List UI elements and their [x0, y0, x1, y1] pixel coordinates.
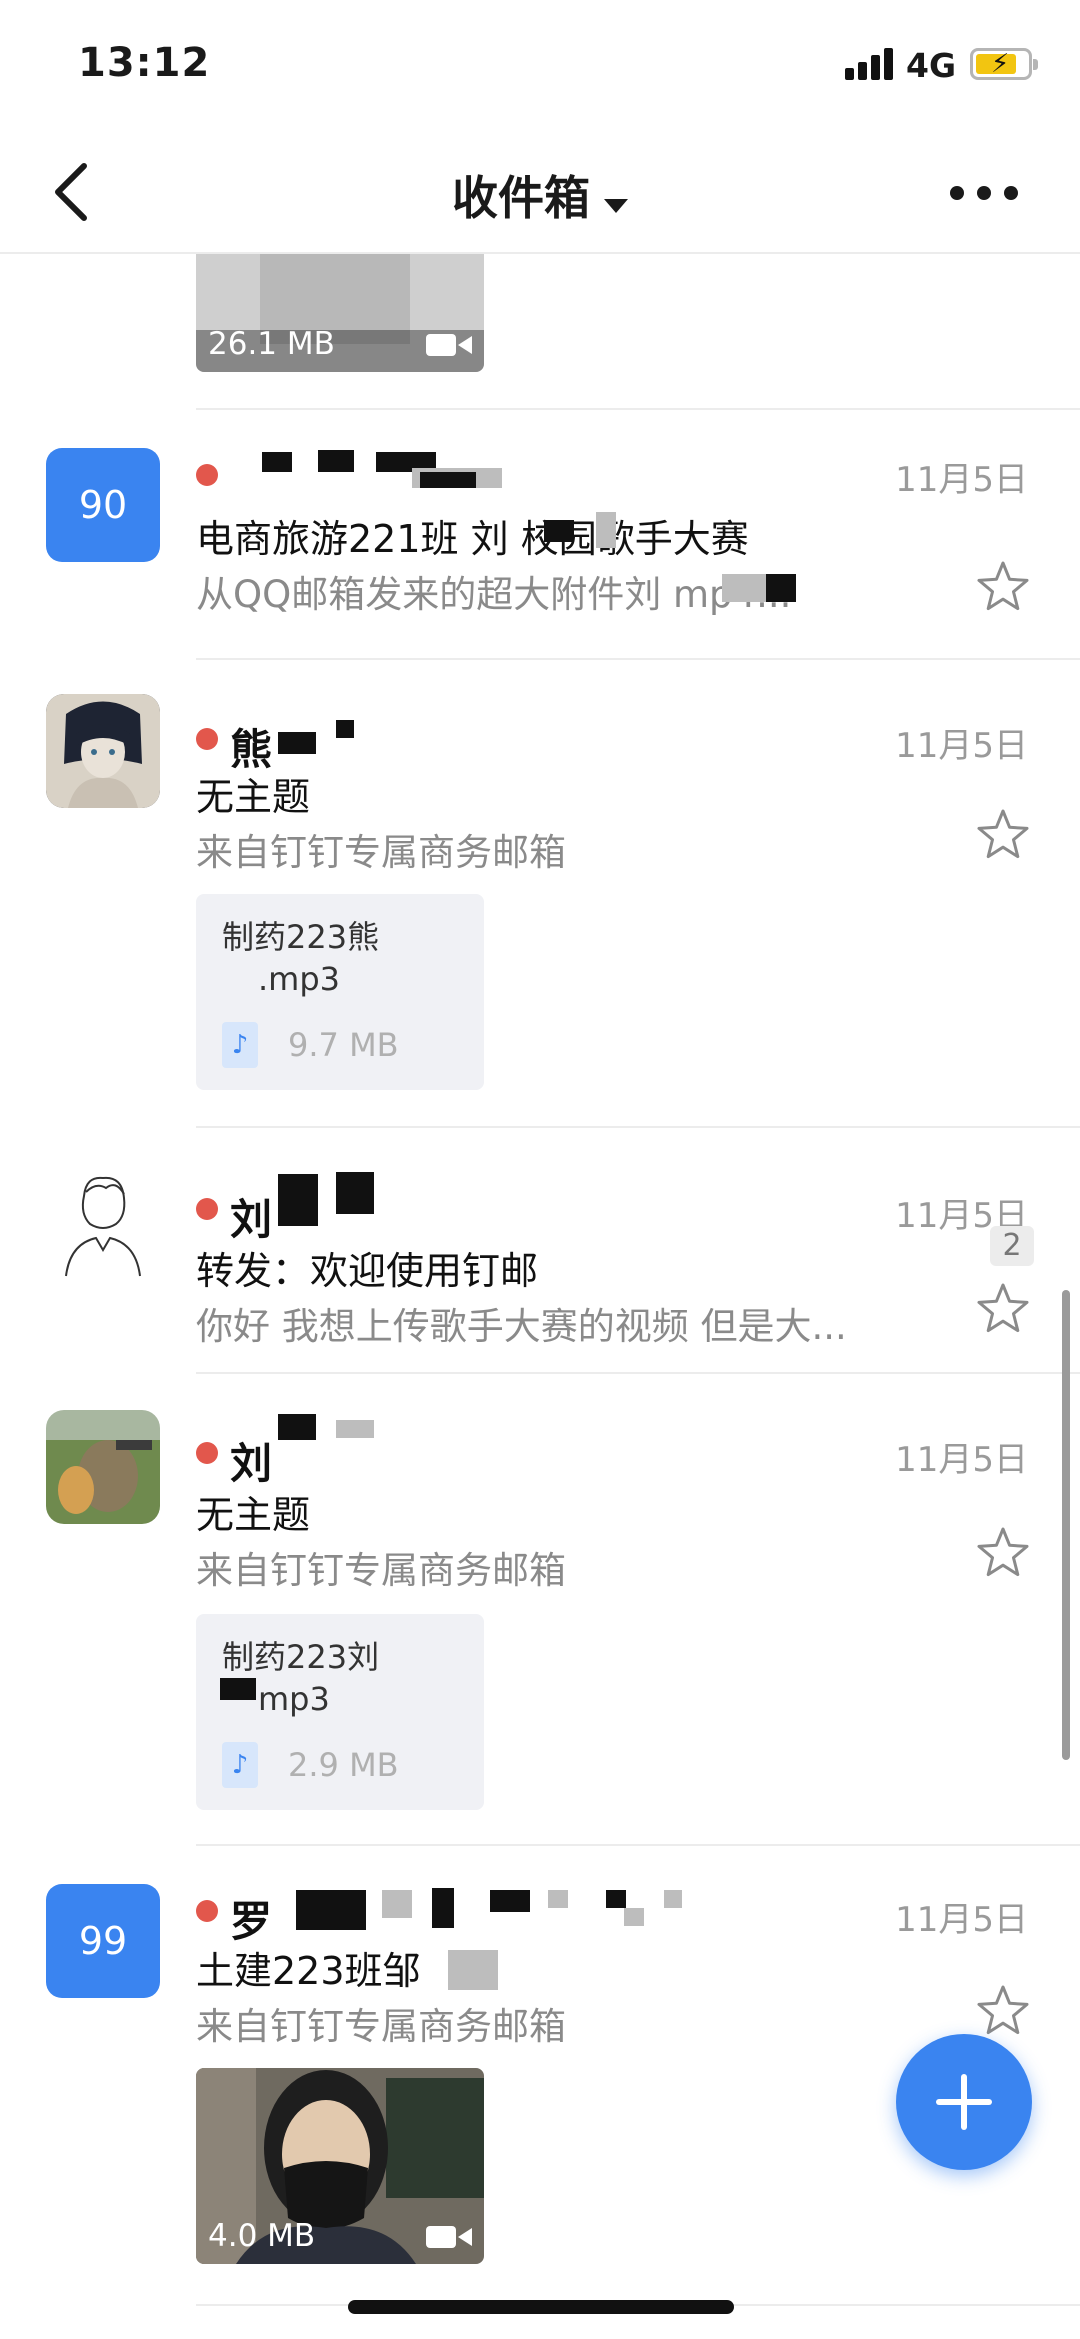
music-note-icon: ♪ — [222, 1022, 258, 1068]
attachment-size: 2.9 MB — [288, 1746, 399, 1784]
avatar — [65, 1176, 141, 1277]
video-camera-icon — [426, 334, 472, 356]
mail-list: 26.1 MB 90 11月5日 电商旅游221班 刘 校园歌手大赛 从QQ邮箱… — [0, 254, 1080, 2339]
mail-subject: 无主题 — [196, 775, 311, 819]
mail-preview: 来自钉钉专属商务邮箱 — [196, 2005, 566, 2048]
mail-preview: 来自钉钉专属商务邮箱 — [196, 1549, 566, 1592]
compose-button[interactable] — [896, 2034, 1032, 2170]
mail-subject: 土建223班邹 — [196, 1949, 421, 1993]
mail-subject: 电商旅游221班 刘 校园歌手大赛 — [196, 517, 749, 561]
page-title: 收件箱 — [452, 171, 590, 225]
attachment-size: 26.1 MB — [208, 326, 335, 362]
unread-dot — [196, 1900, 218, 1922]
mail-subject: 无主题 — [196, 1493, 311, 1537]
avatar — [46, 1410, 160, 1524]
music-note-icon: ♪ — [222, 1742, 258, 1788]
mail-date: 11月5日 — [895, 726, 1028, 766]
more-icon[interactable] — [950, 182, 1020, 202]
attachment-size: 9.7 MB — [288, 1026, 399, 1064]
attachment-name: 制药223熊 .mp3 — [222, 918, 380, 998]
scrollbar[interactable] — [1062, 1290, 1070, 1760]
mail-date: 11月5日 — [895, 460, 1028, 500]
video-attachment[interactable]: 26.1 MB — [196, 254, 484, 372]
status-time: 13:12 — [78, 40, 211, 86]
star-icon[interactable] — [976, 1282, 1030, 1336]
star-icon[interactable] — [976, 1984, 1030, 2038]
battery-icon: ⚡ — [970, 48, 1038, 80]
caret-down-icon — [604, 198, 628, 213]
mail-preview: 来自钉钉专属商务邮箱 — [196, 831, 566, 874]
network-label: 4G — [906, 46, 957, 85]
nav-bar: 收件箱 — [0, 130, 1080, 254]
star-icon[interactable] — [976, 560, 1030, 614]
status-bar: 13:12 4G ⚡ — [0, 0, 1080, 130]
thread-count-badge: 2 — [990, 1226, 1034, 1266]
unread-dot — [196, 728, 218, 750]
mail-date: 11月5日 — [895, 1900, 1028, 1940]
home-indicator — [348, 2300, 734, 2314]
star-icon[interactable] — [976, 1526, 1030, 1580]
attachment-size: 4.0 MB — [208, 2218, 316, 2254]
avatar — [46, 694, 160, 808]
signal-icon — [845, 46, 895, 80]
avatar: 99 — [46, 1884, 160, 1998]
attachment-name: 制药223刘 mp3 — [222, 1638, 380, 1718]
avatar: 90 — [46, 448, 160, 562]
video-camera-icon — [426, 2226, 472, 2248]
mailbox-switcher[interactable]: 收件箱 — [0, 162, 1080, 228]
unread-dot — [196, 1442, 218, 1464]
mail-preview: 从QQ邮箱发来的超大附件刘 mp4... — [196, 573, 792, 616]
star-icon[interactable] — [976, 808, 1030, 862]
audio-attachment[interactable]: 制药223熊 .mp3 ♪ 9.7 MB — [196, 894, 484, 1090]
audio-attachment[interactable]: 制药223刘 mp3 ♪ 2.9 MB — [196, 1614, 484, 1810]
mail-date: 11月5日 — [895, 1440, 1028, 1480]
unread-dot — [196, 464, 218, 486]
video-attachment[interactable]: 4.0 MB — [196, 2068, 484, 2264]
unread-dot — [196, 1198, 218, 1220]
mail-subject: 转发：欢迎使用钉邮 — [196, 1249, 539, 1293]
mail-preview: 你好 我想上传歌手大赛的视频 但是大... — [196, 1305, 847, 1348]
mail-sender: 刘 — [230, 1195, 273, 1244]
mail-sender: 刘 — [230, 1439, 273, 1488]
